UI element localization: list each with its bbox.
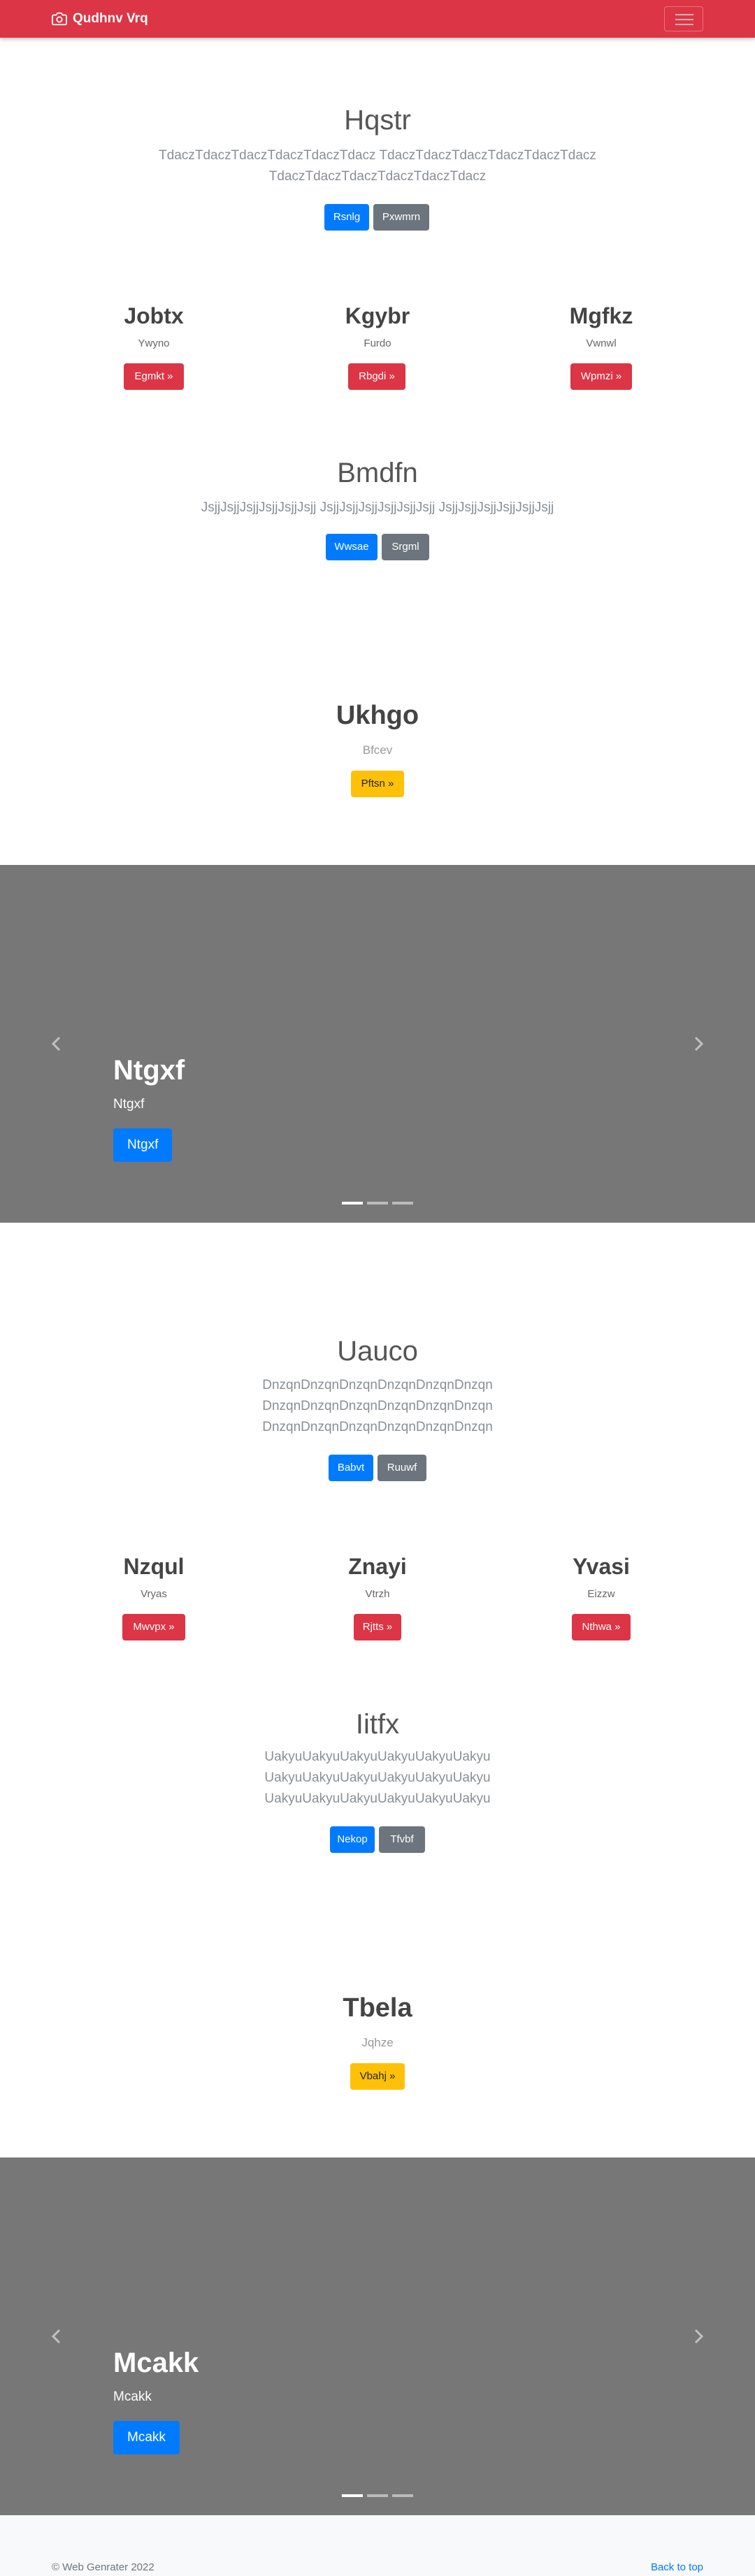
carousel-caption-text: Ntgxf [113, 1097, 145, 1112]
column-title: Kgybr [345, 303, 410, 328]
section2-lead: JsjjJsjjJsjjJsjjJsjjJsjj JsjjJsjjJsjjJsj… [201, 500, 554, 515]
carousel: Mcakk Mcakk Mcakk [0, 2157, 755, 2515]
chevron-left-icon[interactable] [46, 1030, 67, 1058]
section6-title: Tbela [343, 1993, 412, 2023]
carousel-indicators [342, 2494, 413, 2497]
section5-lead-line2: UakyuUakyuUakyuUakyuUakyuUakyu [264, 1770, 491, 1785]
section6-subtitle: Jqhze [361, 2036, 394, 2049]
chevron-right-icon[interactable] [688, 2322, 709, 2350]
carousel-indicator[interactable] [367, 2494, 388, 2497]
section3-title: Ukhgo [336, 701, 419, 730]
section6-button[interactable]: Vbahj » [350, 2063, 405, 2090]
section4-secondary-button[interactable]: Ruuwf [378, 1455, 426, 1481]
section5-secondary-button[interactable]: Tfvbf [379, 1826, 425, 1853]
section4-lead-line3: DnzqnDnzqnDnzqnDnzqnDnzqnDnzqn [262, 1420, 493, 1434]
hamburger-icon [675, 14, 693, 25]
column-subtitle: Vwnwl [586, 337, 617, 349]
column-button[interactable]: Wpmzi » [570, 363, 632, 390]
carousel-indicator[interactable] [392, 1202, 413, 1205]
column-title: Znayi [348, 1554, 407, 1579]
column-subtitle: Vryas [141, 1588, 167, 1600]
carousel-indicator[interactable] [392, 2494, 413, 2497]
section5-title: Iitfx [355, 1709, 400, 1740]
carousel-caption-title: Mcakk [113, 2348, 199, 2378]
section4-lead-line1: DnzqnDnzqnDnzqnDnzqnDnzqnDnzqn [262, 1378, 493, 1392]
carousel-caption-title: Ntgxf [113, 1055, 185, 1086]
column-title: Yvasi [573, 1554, 630, 1579]
carousel-caption-button[interactable]: Mcakk [113, 2421, 180, 2454]
carousel-indicator[interactable] [342, 2494, 363, 2497]
carousel-indicator[interactable] [367, 1202, 388, 1205]
column-subtitle: Vtrzh [365, 1588, 390, 1600]
camera-icon [52, 12, 67, 26]
section3-button[interactable]: Pftsn » [351, 771, 404, 797]
column-button[interactable]: Rjtts » [354, 1614, 401, 1640]
section1-title: Hqstr [344, 105, 411, 136]
column-button[interactable]: Rbgdi » [348, 363, 405, 390]
footer-copyright: © Web Genrater 2022 [52, 2561, 154, 2573]
section4-title: Uauco [337, 1336, 418, 1367]
column-title: Jobtx [124, 303, 184, 328]
brand-name: Qudhnv Vrq [73, 11, 148, 26]
footer: © Web Genrater 2022 Back to top [0, 2515, 755, 2576]
section1-lead-line1: TdaczTdaczTdaczTdaczTdaczTdacz TdaczTdac… [159, 148, 596, 163]
brand-link[interactable]: Qudhnv Vrq [52, 10, 148, 27]
column-subtitle: Eizzw [587, 1588, 615, 1600]
section4-lead-line2: DnzqnDnzqnDnzqnDnzqnDnzqnDnzqn [262, 1399, 493, 1413]
column-button[interactable]: Mwvpx » [122, 1614, 185, 1640]
section1-lead-line2: TdaczTdaczTdaczTdaczTdaczTdacz [268, 169, 487, 184]
column-subtitle: Ywyno [138, 337, 170, 349]
section5-primary-button[interactable]: Nekop [330, 1826, 375, 1853]
section1-secondary-button[interactable]: Pxwmrn [373, 204, 429, 231]
section5-lead-line3: UakyuUakyuUakyuUakyuUakyuUakyu [264, 1791, 491, 1806]
carousel-indicator[interactable] [342, 1202, 363, 1205]
column-button[interactable]: Nthwa » [572, 1614, 631, 1640]
column-subtitle: Furdo [364, 337, 391, 349]
section2-secondary-button[interactable]: Srgml [382, 534, 429, 560]
carousel-indicators [342, 1202, 413, 1205]
carousel-caption-text: Mcakk [113, 2389, 152, 2404]
chevron-right-icon[interactable] [688, 1030, 709, 1058]
carousel-caption-button[interactable]: Ntgxf [113, 1128, 173, 1162]
chevron-left-icon[interactable] [46, 2322, 67, 2350]
navbar: Qudhnv Vrq [0, 0, 755, 38]
section1-primary-button[interactable]: Rsnlg [324, 204, 369, 231]
back-to-top-link[interactable]: Back to top [651, 2561, 703, 2573]
section2-title: Bmdfn [337, 458, 418, 488]
navbar-toggler-button[interactable] [664, 6, 703, 31]
column-title: Mgfkz [569, 303, 633, 328]
carousel: Ntgxf Ntgxf Ntgxf [0, 865, 755, 1223]
column-title: Nzqul [123, 1554, 185, 1579]
section3-subtitle: Bfcev [362, 743, 393, 757]
section5-lead-line1: UakyuUakyuUakyuUakyuUakyuUakyu [264, 1749, 491, 1764]
section4-primary-button[interactable]: Babvt [329, 1455, 373, 1481]
column-button[interactable]: Egmkt » [124, 363, 184, 390]
section2-primary-button[interactable]: Wwsae [326, 534, 378, 560]
